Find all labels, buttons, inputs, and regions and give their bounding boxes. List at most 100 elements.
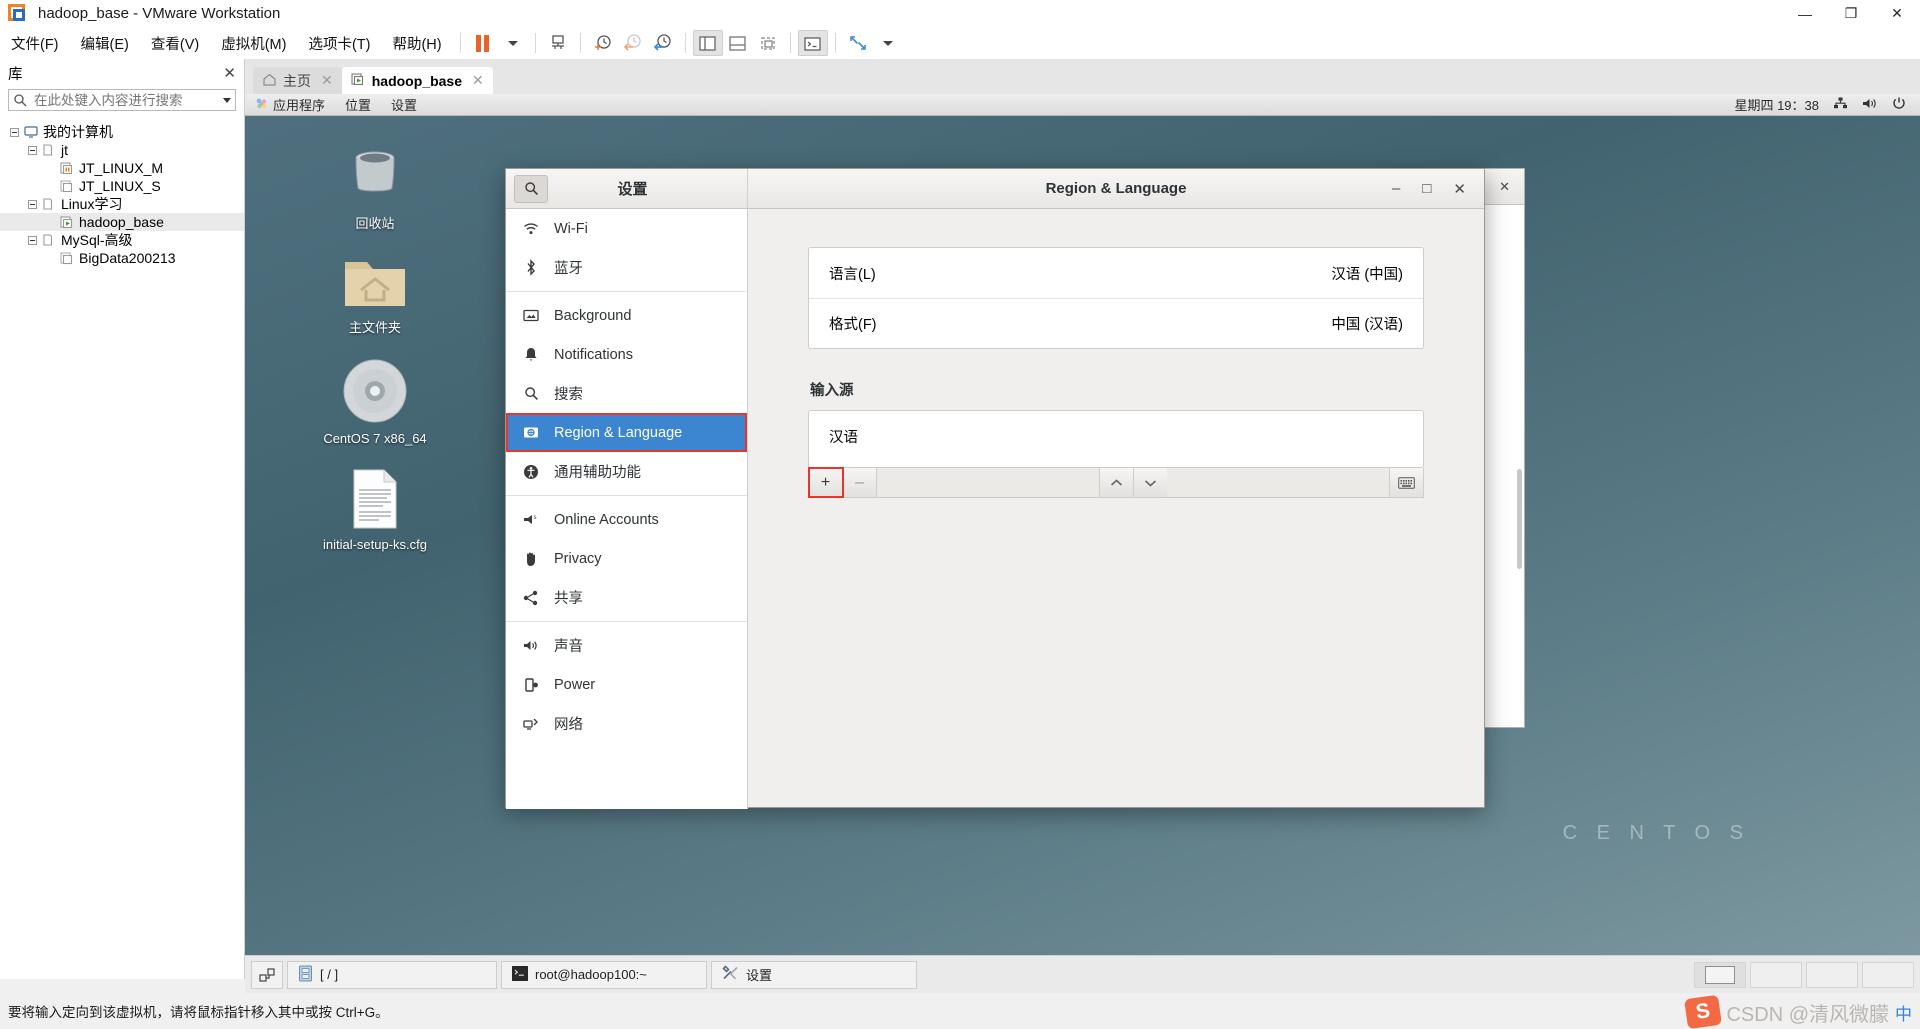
sidebar-item-wifi[interactable]: Wi-Fi: [506, 209, 747, 248]
sidebar-item-accessibility[interactable]: 通用辅助功能: [506, 452, 747, 491]
tree-item-my-computer[interactable]: 我的计算机: [0, 123, 244, 141]
sidebar-item-notifications[interactable]: Notifications: [506, 335, 747, 374]
sidebar-item-sharing[interactable]: 共享: [506, 578, 747, 617]
status-cell-display[interactable]: [1694, 961, 1746, 988]
power-battery-icon: [522, 677, 540, 693]
menu-view[interactable]: 查看(V): [140, 30, 210, 57]
input-sources-toolbar: + –: [808, 467, 1424, 498]
vm-running-icon: [60, 215, 74, 229]
status-cell-3[interactable]: [1806, 961, 1858, 988]
taskbar-devices-button[interactable]: [251, 960, 283, 989]
menu-vm[interactable]: 虚拟机(M): [210, 30, 297, 57]
tab-close-icon[interactable]: ✕: [321, 72, 333, 89]
vm-bottom-bar: [ / ] root@hadoop100:~ 设置: [245, 955, 1920, 993]
search-input[interactable]: [32, 91, 223, 109]
taskbar-files-button[interactable]: [ / ]: [287, 960, 497, 989]
desktop-icon-home[interactable]: 主文件夹: [305, 254, 445, 336]
sidebar-item-privacy[interactable]: Privacy: [506, 539, 747, 578]
tree-item-jt[interactable]: jt: [0, 141, 244, 159]
sidebar-item-sound[interactable]: 声音: [506, 626, 747, 665]
snapshot-revert-icon[interactable]: [618, 30, 648, 56]
status-cell-4[interactable]: [1862, 961, 1914, 988]
watermark-text: CSDN @清风微朦: [1726, 1003, 1889, 1026]
tree-item-linux-study[interactable]: Linux学习: [0, 195, 244, 213]
vmware-logo-icon: [8, 3, 28, 24]
background-window-scrollbar[interactable]: [1517, 469, 1522, 569]
sidebar-item-network[interactable]: 网络: [506, 704, 747, 743]
library-search[interactable]: [8, 89, 236, 111]
remove-input-source-button[interactable]: –: [843, 468, 877, 497]
close-button[interactable]: ✕: [1453, 180, 1466, 198]
background-window-close[interactable]: ✕: [1499, 179, 1510, 195]
menu-tabs[interactable]: 选项卡(T): [297, 30, 381, 57]
close-button[interactable]: ✕: [1874, 0, 1920, 27]
gnome-places-menu[interactable]: 位置: [335, 95, 381, 114]
volume-icon[interactable]: [1862, 97, 1878, 113]
expander-icon[interactable]: [28, 199, 37, 209]
sidebar-item-online-accounts[interactable]: s Online Accounts: [506, 500, 747, 539]
tree-item-bigdata200213[interactable]: BigData200213: [0, 249, 244, 267]
search-icon[interactable]: [514, 174, 548, 203]
pause-icon[interactable]: [468, 30, 498, 56]
gnome-clock[interactable]: 星期四 19：38: [1734, 95, 1819, 114]
tree-item-hadoop-base[interactable]: hadoop_base: [0, 213, 244, 231]
language-row[interactable]: 语言(L) 汉语 (中国): [809, 248, 1423, 298]
unity-caret-icon[interactable]: [873, 30, 903, 56]
menu-edit[interactable]: 编辑(E): [70, 30, 140, 57]
menu-help[interactable]: 帮助(H): [381, 30, 452, 57]
tree-item-jt-linux-s[interactable]: JT_LINUX_S: [0, 177, 244, 195]
power-icon[interactable]: [1892, 96, 1906, 113]
input-source-item[interactable]: 汉语: [809, 411, 1423, 461]
send-ctrl-alt-del-icon[interactable]: [543, 30, 573, 56]
show-thumbnails-icon[interactable]: [723, 30, 753, 56]
status-cell-2[interactable]: [1750, 961, 1802, 988]
tab-home[interactable]: 主页 ✕: [253, 67, 342, 94]
keyboard-icon[interactable]: [1389, 468, 1423, 497]
fullscreen-icon[interactable]: [843, 30, 873, 56]
gnome-applications-menu[interactable]: 应用程序: [245, 95, 335, 114]
network-icon[interactable]: [1833, 97, 1848, 113]
console-view-icon[interactable]: [753, 30, 783, 56]
sidebar-item-background[interactable]: Background: [506, 296, 747, 335]
gnome-settings-menu[interactable]: 设置: [381, 95, 427, 114]
snapshot-manager-icon[interactable]: [648, 30, 678, 56]
tab-hadoop-base[interactable]: hadoop_base ✕: [341, 67, 493, 94]
expander-icon[interactable]: [28, 235, 37, 245]
sharing-icon: [522, 590, 540, 606]
search-icon: [522, 386, 540, 401]
tree-item-mysql-advanced[interactable]: MySql-高级: [0, 231, 244, 249]
taskbar-terminal-button[interactable]: root@hadoop100:~: [501, 960, 707, 989]
snapshot-take-icon[interactable]: [588, 30, 618, 56]
menu-file[interactable]: 文件(F): [0, 30, 70, 57]
guest-screen[interactable]: 应用程序 位置 设置 星期四 19：38 回收站 主文件夹 CentOS 7 x…: [245, 94, 1920, 955]
minimize-button[interactable]: —: [1782, 0, 1828, 27]
move-down-button[interactable]: [1133, 468, 1167, 497]
sidebar-item-label: Wi-Fi: [554, 220, 588, 237]
maximize-button[interactable]: ❐: [1828, 0, 1874, 27]
sidebar-item-search[interactable]: 搜索: [506, 374, 747, 413]
desktop-icon-centos-iso[interactable]: CentOS 7 x86_64: [305, 358, 445, 446]
sidebar-item-bluetooth[interactable]: 蓝牙: [506, 248, 747, 287]
dropdown-caret-icon[interactable]: [498, 30, 528, 56]
chevron-down-icon[interactable]: [223, 97, 231, 103]
sidebar-item-region-language[interactable]: Region & Language: [506, 413, 747, 452]
vm-off-icon: [60, 179, 74, 193]
desktop-icon-trash[interactable]: 回收站: [305, 144, 445, 232]
tab-close-icon[interactable]: ✕: [472, 72, 484, 89]
tree-item-jt-linux-m[interactable]: JT_LINUX_M: [0, 159, 244, 177]
sidebar-item-power[interactable]: Power: [506, 665, 747, 704]
format-row[interactable]: 格式(F) 中国 (汉语): [809, 298, 1423, 348]
move-up-button[interactable]: [1099, 468, 1133, 497]
desktop-icon-kickstart-file[interactable]: initial-setup-ks.cfg: [305, 468, 445, 552]
expander-icon[interactable]: [28, 145, 37, 155]
settings-sidebar: Wi-Fi 蓝牙 Background Notifications 搜索 Reg…: [506, 209, 748, 809]
sidebar-item-label: 通用辅助功能: [554, 465, 641, 481]
terminal-icon[interactable]: [797, 30, 828, 56]
taskbar-settings-button[interactable]: 设置: [711, 960, 917, 989]
maximize-button[interactable]: □: [1422, 180, 1431, 197]
expander-icon[interactable]: [10, 127, 19, 137]
show-library-icon[interactable]: [692, 30, 723, 56]
library-close-icon[interactable]: ✕: [223, 64, 236, 82]
add-input-source-button[interactable]: +: [808, 467, 844, 498]
minimize-button[interactable]: –: [1392, 180, 1400, 197]
